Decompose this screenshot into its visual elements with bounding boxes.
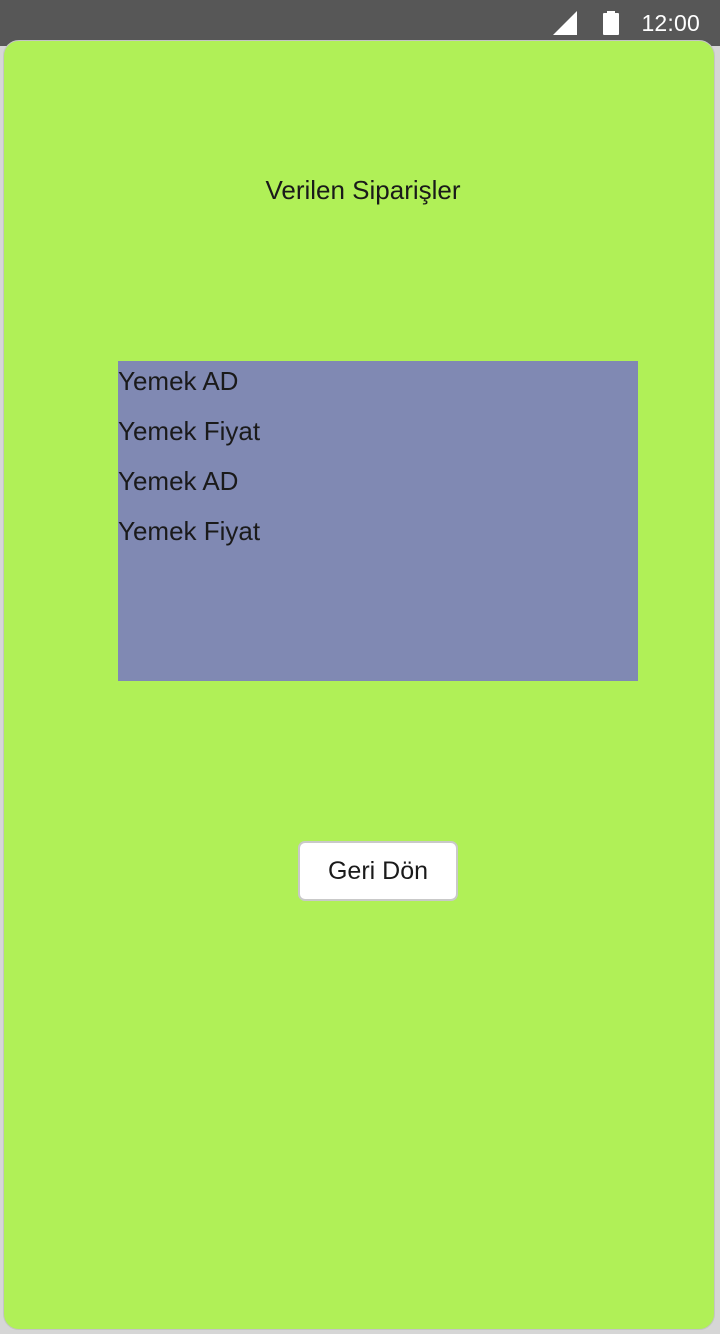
list-item[interactable]: Yemek Fiyat: [118, 511, 638, 561]
battery-icon: [603, 11, 620, 35]
list-item[interactable]: Yemek AD: [118, 361, 638, 411]
signal-icon: [553, 11, 578, 35]
screen-container: Verilen Siparişler Yemek AD Yemek Fiyat …: [3, 40, 715, 1330]
list-item[interactable]: Yemek Fiyat: [118, 411, 638, 461]
page-title: Verilen Siparişler: [265, 175, 461, 205]
orders-list[interactable]: Yemek AD Yemek Fiyat Yemek AD Yemek Fiya…: [118, 361, 638, 681]
list-item[interactable]: Yemek AD: [118, 461, 638, 511]
back-button[interactable]: Geri Dön: [298, 841, 458, 901]
status-clock: 12:00: [641, 9, 700, 36]
